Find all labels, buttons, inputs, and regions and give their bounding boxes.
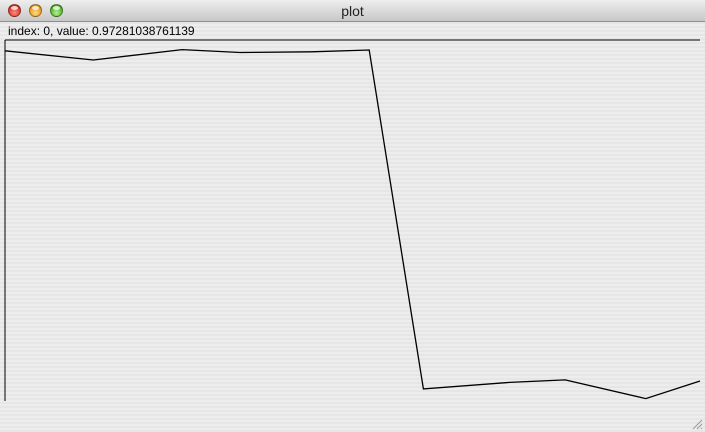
resize-grip-icon[interactable] [691,418,703,430]
line-plot[interactable] [0,0,705,432]
plot-window: plot index: 0, value: 0.97281038761139 [0,0,705,432]
series-line [4,48,701,400]
